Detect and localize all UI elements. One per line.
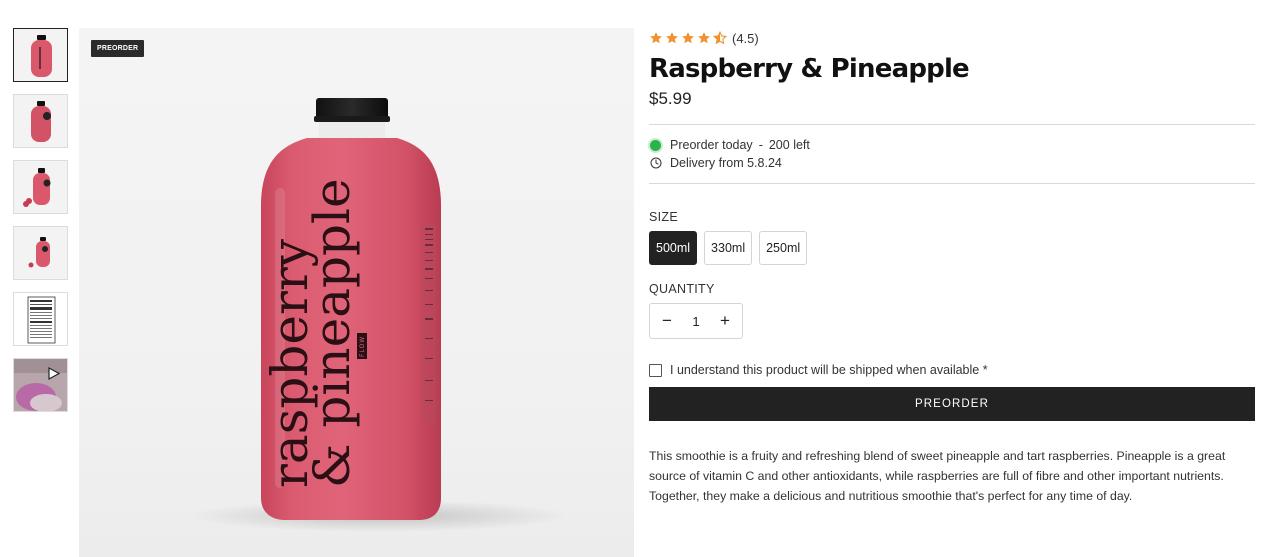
quantity-value[interactable]: 1 <box>692 314 699 329</box>
product-price: $5.99 <box>649 89 692 108</box>
rating-stars <box>649 31 727 45</box>
status-separator: - <box>758 138 763 152</box>
shipping-agreement: I understand this product will be shippe… <box>649 363 1255 377</box>
nutrition-label-thumb-icon <box>14 293 67 345</box>
preorder-badge: PREORDER <box>91 40 145 57</box>
quantity-stepper: − 1 + <box>649 303 743 339</box>
status-dot-icon <box>650 139 661 151</box>
thumbnail-list <box>13 28 69 424</box>
star-icon <box>698 32 710 44</box>
status-text: Preorder today <box>670 138 753 152</box>
size-option-330ml[interactable]: 330ml <box>704 231 753 265</box>
shipping-agreement-text: I understand this product will be shippe… <box>670 363 988 377</box>
thumbnail-2[interactable] <box>13 94 68 148</box>
size-label: SIZE <box>649 210 678 224</box>
clock-icon <box>650 157 662 169</box>
bottle-front-thumb-icon <box>14 29 67 81</box>
bottle-image: raspberry & pineapple FLOW <box>189 98 569 532</box>
star-icon <box>650 32 662 44</box>
product-title: Raspberry & Pineapple <box>649 54 970 84</box>
product-main-image: raspberry & pineapple FLOW PREORDER <box>79 28 634 557</box>
rating[interactable]: (4.5) <box>649 28 1255 48</box>
size-options: 500ml 330ml 250ml <box>649 231 1255 265</box>
availability: Preorder today - 200 left Delivery from … <box>649 125 1255 183</box>
delivery-text: Delivery from 5.8.24 <box>670 156 782 170</box>
thumbnail-4[interactable] <box>13 226 68 280</box>
shipping-agreement-checkbox[interactable] <box>649 363 662 377</box>
bottle-brand: FLOW <box>359 336 366 357</box>
size-option-500ml[interactable]: 500ml <box>649 231 698 265</box>
preorder-button[interactable]: PREORDER <box>649 387 1255 421</box>
bottle-fruit-thumb-icon <box>14 161 67 213</box>
bottle-text-line2: & pineapple <box>303 178 361 488</box>
thumbnail-3[interactable] <box>13 160 68 214</box>
stock-text: 200 left <box>768 138 810 152</box>
quantity-label: QUANTITY <box>649 282 715 296</box>
thumbnail-5[interactable] <box>13 292 68 346</box>
star-icon <box>666 32 678 44</box>
decrease-quantity-button[interactable]: − <box>662 311 672 331</box>
thumbnail-1[interactable] <box>13 28 68 82</box>
bottle-pair-thumb-icon <box>14 227 67 279</box>
size-option-250ml[interactable]: 250ml <box>759 231 808 265</box>
product-info: (4.5) Raspberry & Pineapple $5.99 Preord… <box>649 28 1255 506</box>
divider <box>649 183 1255 184</box>
increase-quantity-button[interactable]: + <box>720 311 730 331</box>
bottle-angle-thumb-icon <box>14 95 67 147</box>
half-star-icon <box>713 31 727 45</box>
product-description: This smoothie is a fruity and refreshing… <box>649 449 1226 503</box>
rating-value: (4.5) <box>732 30 759 46</box>
delivery-info: Delivery from 5.8.24 <box>649 154 1255 172</box>
video-thumb-icon <box>14 359 67 411</box>
preorder-status: Preorder today - 200 left <box>649 136 1255 154</box>
thumbnail-6[interactable] <box>13 358 68 412</box>
star-icon <box>682 32 694 44</box>
